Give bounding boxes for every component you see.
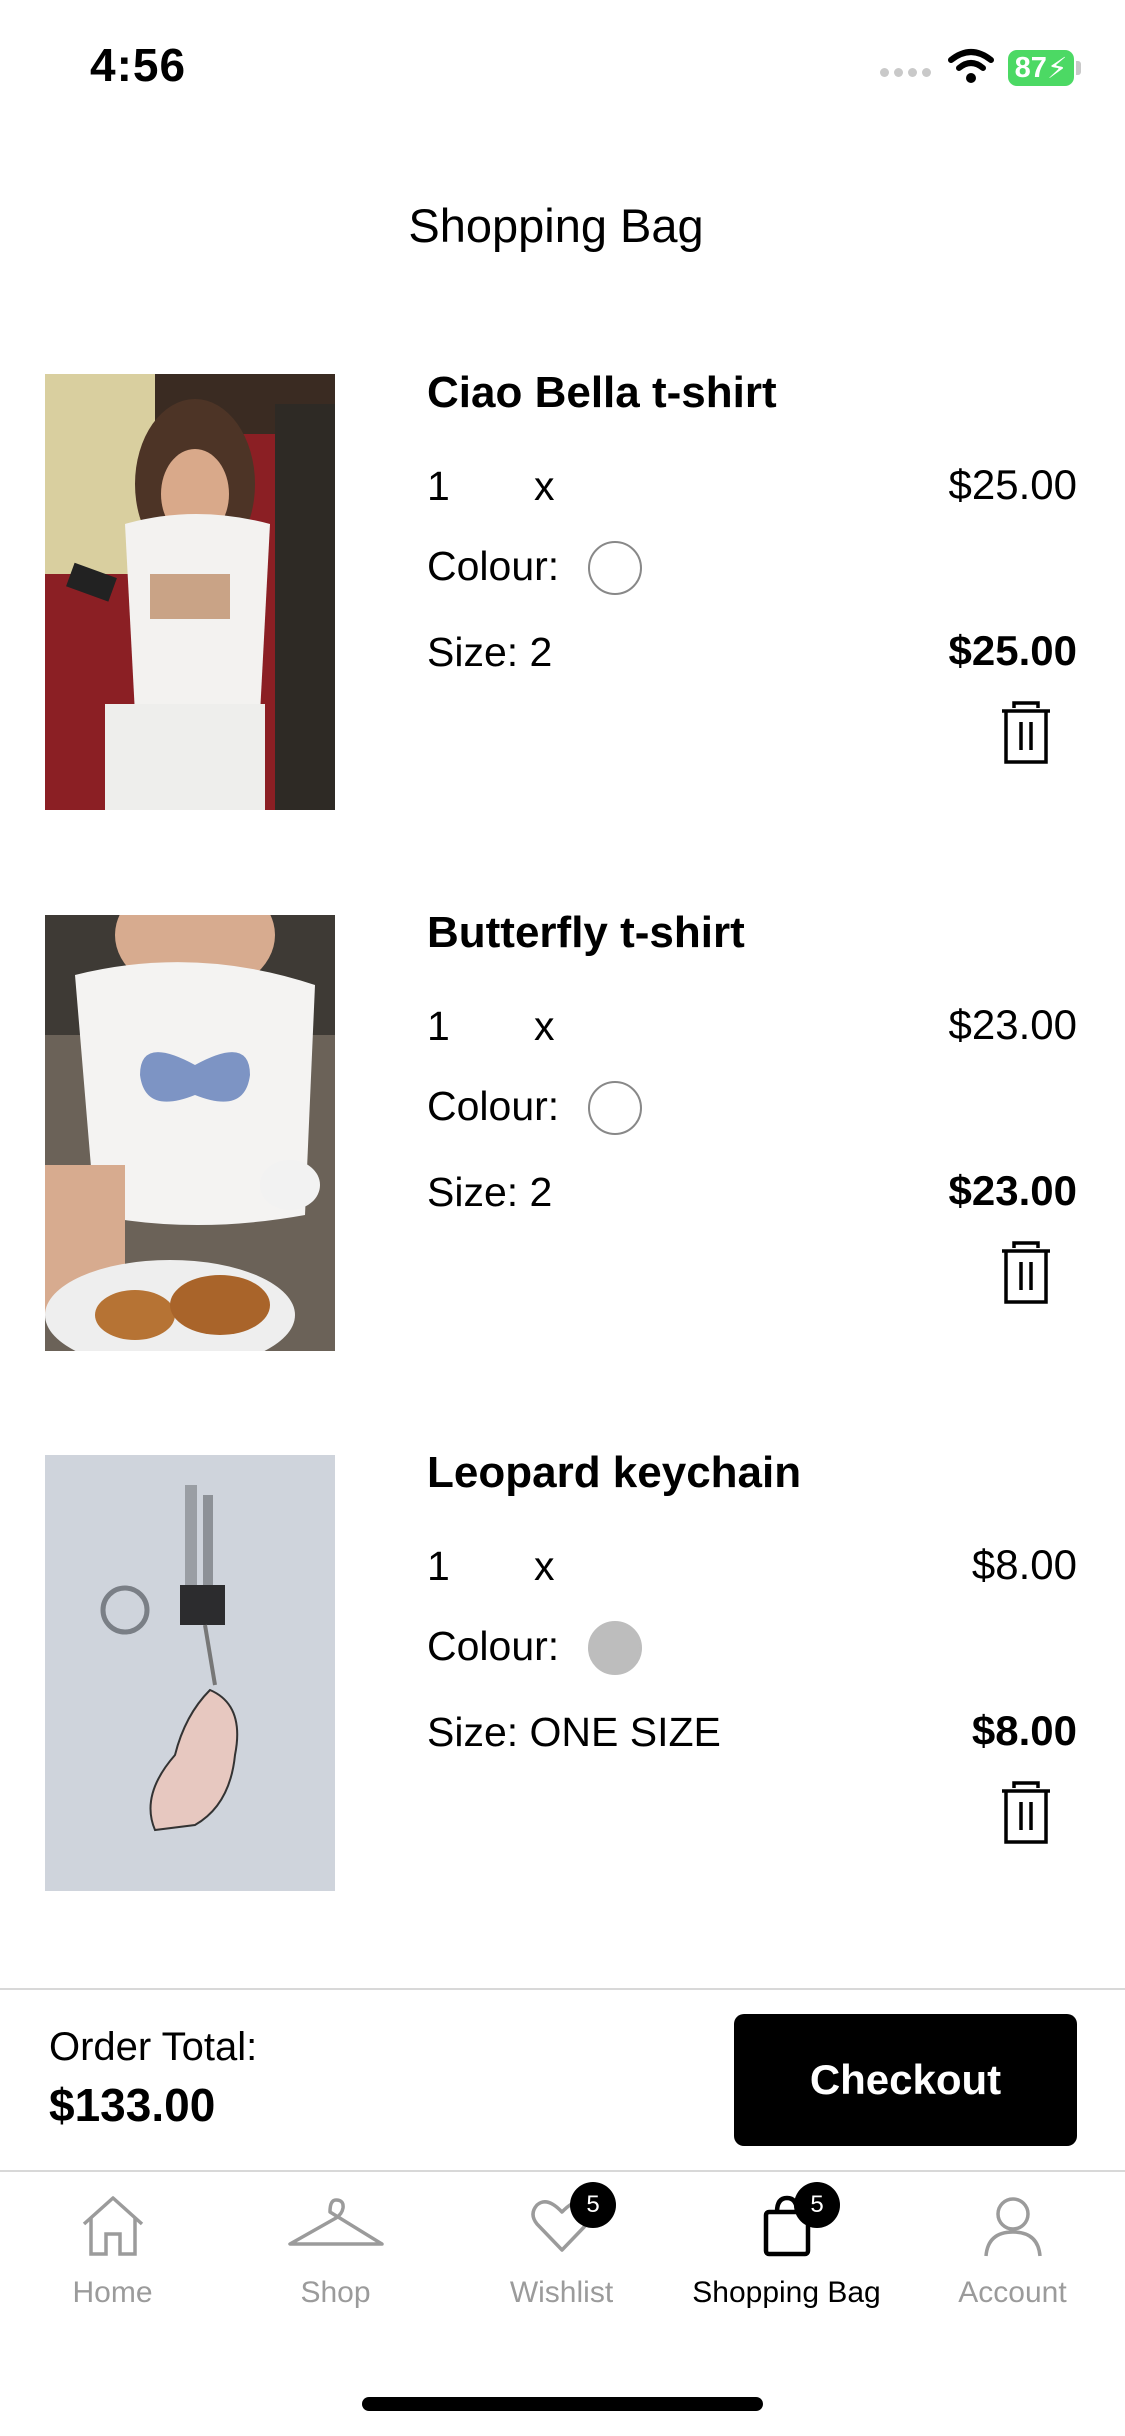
- item-quantity: 1: [427, 1003, 450, 1049]
- status-time: 4:56: [90, 39, 187, 91]
- tab-label: Wishlist: [509, 2276, 614, 2309]
- trash-icon[interactable]: [996, 1240, 1056, 1306]
- quantity-multiplier: x: [534, 1003, 555, 1049]
- battery-nub: [1076, 61, 1081, 75]
- product-photo: [45, 915, 335, 1351]
- tab-label: Account: [958, 2276, 1067, 2309]
- trash-icon[interactable]: [996, 700, 1056, 766]
- battery-level: 87: [1014, 51, 1047, 84]
- item-line-total: $23.00: [948, 1167, 1077, 1214]
- item-unit-price: $8.00: [971, 1541, 1077, 1588]
- quantity-multiplier: x: [534, 463, 555, 509]
- divider: [0, 2170, 1125, 2172]
- product-photo: [45, 1455, 335, 1891]
- cellular-signal-icon: [880, 68, 932, 80]
- size-label: Size: ONE SIZE: [427, 1709, 721, 1755]
- item-quantity: 1: [427, 1543, 450, 1589]
- colour-swatch: [588, 1621, 642, 1675]
- tab-label: Shop: [300, 2276, 371, 2309]
- page-title: Shopping Bag: [408, 199, 704, 252]
- size-label: Size: 2: [427, 1169, 553, 1215]
- tab-home[interactable]: Home: [0, 2180, 225, 2320]
- tab-wishlist[interactable]: 5 Wishlist: [449, 2180, 674, 2320]
- product-image-ciao-bella[interactable]: [45, 374, 335, 810]
- wishlist-badge: 5: [570, 2182, 616, 2228]
- bag-badge: 5: [794, 2182, 840, 2228]
- item-unit-price: $23.00: [948, 1001, 1077, 1048]
- divider: [0, 1988, 1125, 1990]
- person-icon: [983, 2197, 1042, 2257]
- item-name[interactable]: Ciao Bella t-shirt: [427, 368, 777, 418]
- trash-icon[interactable]: [996, 1780, 1056, 1846]
- checkout-button[interactable]: Checkout: [734, 2014, 1077, 2146]
- tab-shop[interactable]: Shop: [223, 2180, 448, 2320]
- colour-label: Colour:: [427, 543, 560, 589]
- tab-account[interactable]: Account: [900, 2180, 1125, 2320]
- tab-label: Shopping Bag: [692, 2276, 881, 2309]
- tab-label: Home: [72, 2276, 153, 2309]
- tab-shopping-bag[interactable]: 5 Shopping Bag: [674, 2180, 899, 2320]
- home-icon: [82, 2196, 143, 2256]
- colour-label: Colour:: [427, 1623, 560, 1669]
- product-image-butterfly[interactable]: [45, 915, 335, 1351]
- colour-swatch: [588, 1081, 642, 1135]
- product-image-leopard-keychain[interactable]: [45, 1455, 335, 1891]
- item-unit-price: $25.00: [948, 461, 1077, 508]
- item-name[interactable]: Butterfly t-shirt: [427, 908, 745, 958]
- hanger-icon: [287, 2198, 384, 2246]
- wifi-icon: [948, 49, 994, 83]
- size-label: Size: 2: [427, 629, 553, 675]
- item-quantity: 1: [427, 463, 450, 509]
- colour-swatch: [588, 541, 642, 595]
- battery-icon: 87 ⚡: [1008, 50, 1074, 86]
- order-total-value: $133.00: [49, 2079, 216, 2131]
- order-total-label: Order Total:: [49, 2025, 258, 2069]
- colour-label: Colour:: [427, 1083, 560, 1129]
- quantity-multiplier: x: [534, 1543, 555, 1589]
- product-photo: [45, 374, 335, 810]
- item-line-total: $25.00: [948, 627, 1077, 674]
- item-line-total: $8.00: [971, 1707, 1077, 1754]
- home-indicator: [362, 2397, 763, 2411]
- item-name[interactable]: Leopard keychain: [427, 1448, 801, 1498]
